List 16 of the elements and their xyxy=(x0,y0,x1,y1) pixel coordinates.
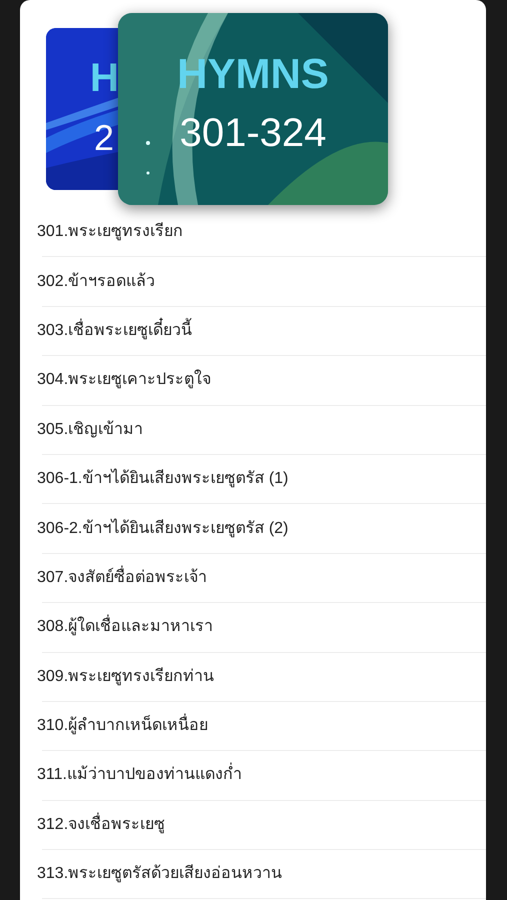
hymn-item[interactable]: 313.พระเยซูตรัสด้วยเสียงอ่อนหวาน xyxy=(37,862,282,886)
hymn-item[interactable]: 306-2.ข้าฯได้ยินเสียงพระเยซูตรัส (2) xyxy=(37,516,288,541)
cover-title: H xyxy=(90,58,119,98)
hymn-item[interactable]: 311.แม้ว่าบาปของท่านแดงก่ำ xyxy=(37,763,242,788)
hymn-item[interactable]: 306-1.ข้าฯได้ยินเสียงพระเยซูตรัส (1) xyxy=(37,467,288,492)
hymn-item[interactable]: 305.เชิญเข้ามา xyxy=(37,418,144,442)
hymn-item[interactable]: 312.จงเชื่อพระเยซู xyxy=(37,812,166,837)
hymn-item[interactable]: 308.ผู้ใดเชื่อและมาหาเรา xyxy=(37,615,214,640)
hymn-item[interactable]: 309.พระเยซูทรงเรียกท่าน xyxy=(37,664,214,689)
cover-range: 2 xyxy=(94,120,114,156)
hymn-item[interactable]: 302.ข้าฯรอดแล้ว xyxy=(37,270,156,294)
hymn-item[interactable]: 301.พระเยซูทรงเรียก xyxy=(37,220,184,244)
hymn-item[interactable]: 304.พระเยซูเคาะประตูใจ xyxy=(37,368,212,392)
hymn-item[interactable]: 310.ผู้ลำบากเหน็ดเหนื่อย xyxy=(37,714,208,738)
hymn-item[interactable]: 307.จงสัตย์ซื่อต่อพระเจ้า xyxy=(37,566,208,590)
hymn-item[interactable]: 303.เชื่อพระเยซูเดี๋ยวนี้ xyxy=(37,318,192,343)
